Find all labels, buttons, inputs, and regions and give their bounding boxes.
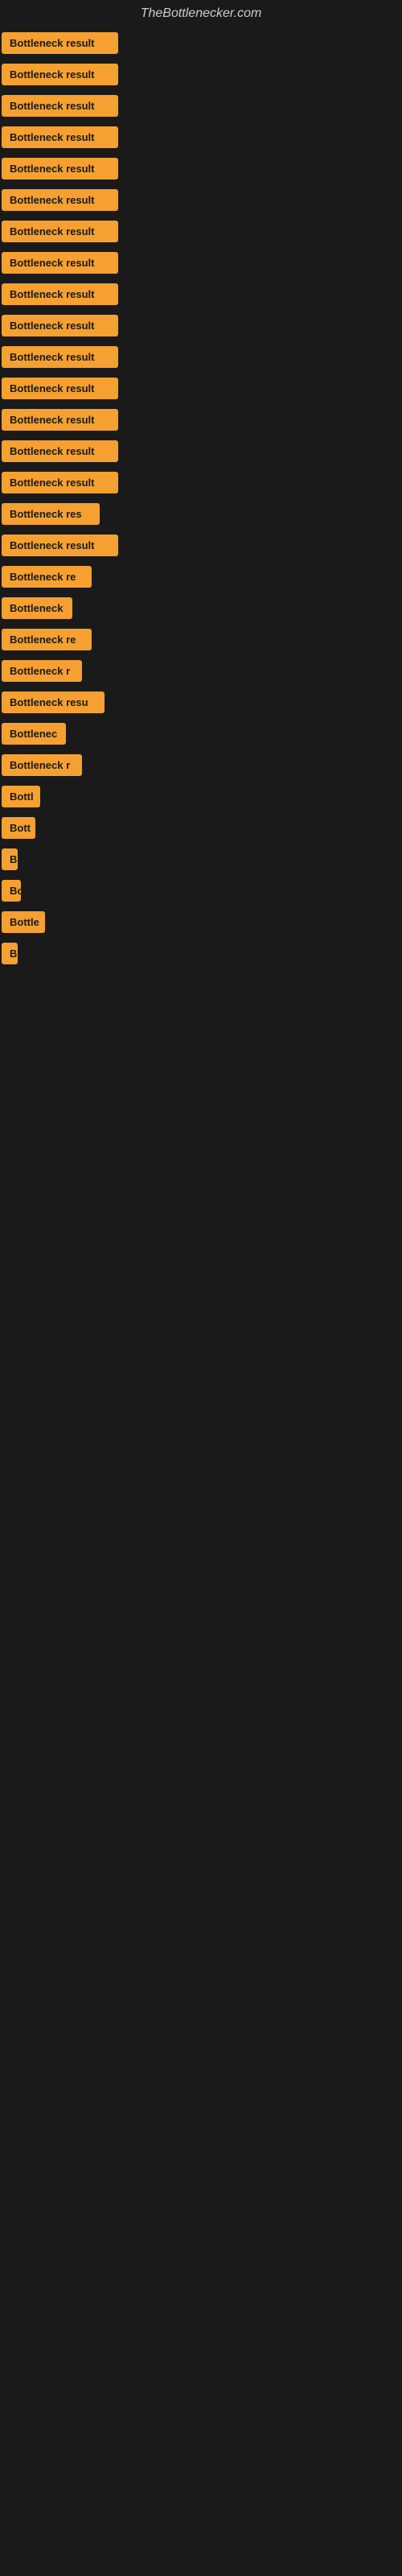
bottleneck-badge: Bottleneck result <box>2 315 118 336</box>
list-item: Bottleneck resu <box>0 687 402 718</box>
bottleneck-badge: Bottleneck result <box>2 126 118 148</box>
list-item: Bottlenec <box>0 718 402 749</box>
bottleneck-badge: Bottleneck r <box>2 754 82 776</box>
bottleneck-badge: Bottleneck re <box>2 566 92 588</box>
list-item: Bottleneck result <box>0 90 402 122</box>
site-title: TheBottlenecker.com <box>0 0 402 27</box>
bottleneck-badge: Bottleneck result <box>2 440 118 462</box>
bottleneck-badge: Bottleneck result <box>2 472 118 493</box>
list-item: Bottleneck r <box>0 749 402 781</box>
list-item: Bottleneck r <box>0 655 402 687</box>
list-item: B <box>0 844 402 875</box>
list-item: Bottleneck result <box>0 153 402 184</box>
list-item: Bottleneck result <box>0 467 402 498</box>
list-item: Bottleneck result <box>0 122 402 153</box>
list-item: Bottleneck result <box>0 247 402 279</box>
list-item: Bottleneck result <box>0 436 402 467</box>
list-item: B <box>0 938 402 969</box>
bottleneck-badge: Bottleneck <box>2 597 72 619</box>
list-item: Bottleneck result <box>0 216 402 247</box>
list-item: Bottleneck result <box>0 59 402 90</box>
list-item: Bottleneck result <box>0 27 402 59</box>
bottleneck-badge: Bottle <box>2 911 45 933</box>
list-item: Bo <box>0 875 402 906</box>
list-item: Bottleneck result <box>0 184 402 216</box>
list-item: Bott <box>0 812 402 844</box>
list-item: Bottleneck <box>0 592 402 624</box>
list-item: Bottle <box>0 906 402 938</box>
bottleneck-badge: Bottleneck result <box>2 221 118 242</box>
bottleneck-badge: Bottleneck result <box>2 158 118 180</box>
list-item: Bottleneck result <box>0 341 402 373</box>
bottleneck-badge: Bottleneck re <box>2 629 92 650</box>
bottleneck-badge: Bottleneck res <box>2 503 100 525</box>
bottleneck-badge: Bottlenec <box>2 723 66 745</box>
bottleneck-badge: Bott <box>2 817 35 839</box>
bottleneck-badge: Bottleneck result <box>2 283 118 305</box>
bottleneck-badge: Bottleneck resu <box>2 691 105 713</box>
list-item: Bottleneck result <box>0 404 402 436</box>
bottleneck-badge: Bottleneck result <box>2 535 118 556</box>
bottleneck-badge: Bottleneck result <box>2 95 118 117</box>
bottleneck-badge: Bottl <box>2 786 40 807</box>
list-item: Bottleneck re <box>0 624 402 655</box>
bottleneck-badge: B <box>2 848 18 870</box>
bottleneck-badge: Bottleneck result <box>2 409 118 431</box>
list-item: Bottleneck res <box>0 498 402 530</box>
bottleneck-badge: Bo <box>2 880 21 902</box>
list-item: Bottleneck re <box>0 561 402 592</box>
bottleneck-badge: Bottleneck result <box>2 252 118 274</box>
bottleneck-badge: Bottleneck result <box>2 32 118 54</box>
list-item: Bottleneck result <box>0 310 402 341</box>
bottleneck-badge: Bottleneck result <box>2 189 118 211</box>
items-container: Bottleneck result Bottleneck result Bottle… <box>0 27 402 969</box>
list-item: Bottl <box>0 781 402 812</box>
list-item: Bottleneck result <box>0 373 402 404</box>
bottleneck-badge: Bottleneck result <box>2 378 118 399</box>
list-item: Bottleneck result <box>0 530 402 561</box>
list-item: Bottleneck result <box>0 279 402 310</box>
bottleneck-badge: B <box>2 943 18 964</box>
bottleneck-badge: Bottleneck r <box>2 660 82 682</box>
bottleneck-badge: Bottleneck result <box>2 346 118 368</box>
bottleneck-badge: Bottleneck result <box>2 64 118 85</box>
